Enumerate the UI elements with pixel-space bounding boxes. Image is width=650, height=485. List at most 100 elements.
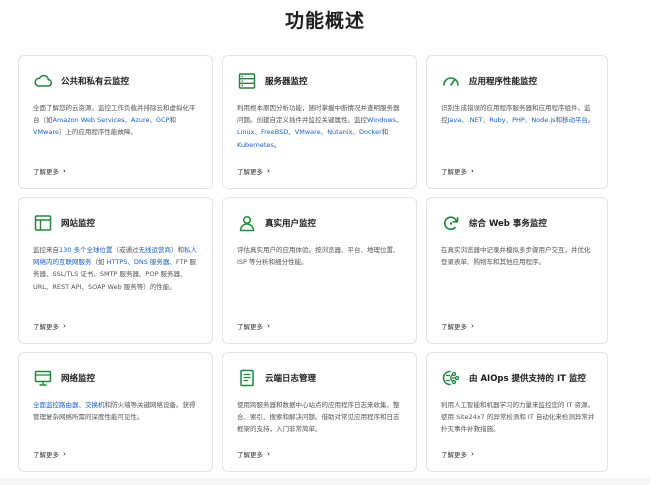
feature-card: 公共和私有云监控全面了解您的云资源。监控工作负载并排除云和虚拟化平台（如Amaz… [18, 55, 213, 189]
chevron-right-icon: › [267, 167, 270, 175]
feature-link[interactable]: Kubernetes [237, 141, 274, 149]
learn-more-link[interactable]: 了解更多 › [441, 321, 474, 331]
feature-link[interactable]: 130 多个全球位置 [59, 246, 112, 254]
description-text: 。 [273, 140, 281, 149]
learn-more-label: 了解更多 [441, 323, 467, 331]
feature-card: 云端日志管理使用跨服务器和数据中心站点的应用程序日志来收集、整合、索引、搜索和解… [222, 352, 417, 472]
feature-card: 综合 Web 事务监控在真实浏览器中记录并模拟多步骤用户交互，并优化登录表单、购… [426, 197, 608, 344]
feature-link[interactable]: Java [448, 116, 462, 124]
feature-link[interactable]: Ruby [489, 116, 505, 124]
learn-more-link[interactable]: 了解更多 › [33, 449, 66, 459]
user-icon [237, 213, 257, 233]
feature-card-description: 识别生成错误的应用程序服务器和应用程序组件。监控Java、.NET、Ruby、P… [441, 102, 595, 126]
feature-card-header: 云端日志管理 [237, 367, 404, 389]
feature-link[interactable]: Node.js [531, 116, 555, 124]
feature-card-title: 应用程序性能监控 [469, 77, 538, 87]
feature-card-title: 由 AIOps 提供支持的 IT 监控 [469, 374, 586, 384]
feature-card-description: 监控来自130 多个全球位置（或通过无线运营商）和私人网络内的互联网服务（如 H… [33, 244, 200, 293]
feature-link[interactable]: Nutanix [327, 128, 352, 136]
learn-more-link[interactable]: 了解更多 › [33, 166, 66, 176]
description-text: 使用跨服务器和数据中心站点的应用程序日志来收集、整合、索引、搜索和解决问题。借助… [237, 401, 400, 434]
feature-card-header: 服务器监控 [237, 70, 404, 92]
feature-link[interactable]: Windows [367, 116, 396, 124]
description-text: 和 [169, 116, 177, 125]
feature-card-title: 公共和私有云监控 [61, 77, 130, 87]
learn-more-link[interactable]: 了解更多 › [237, 166, 270, 176]
ai-brain-icon [441, 368, 461, 388]
learn-more-link[interactable]: 了解更多 › [441, 449, 474, 459]
description-text: ）上的应用程序性能故障。 [58, 128, 137, 137]
feature-link[interactable]: Docker [359, 128, 382, 136]
learn-more-link[interactable]: 了解更多 › [33, 321, 66, 331]
feature-card: 真实用户监控评估真实用户的应用体验。按浏览器、平台、地理位置、ISP 等分析和细… [222, 197, 417, 344]
feature-link[interactable]: GCP [156, 116, 170, 124]
feature-link[interactable]: 全面监控路由器 [33, 401, 79, 409]
chevron-right-icon: › [471, 167, 474, 175]
feature-card-description: 全面监控路由器、交换机和防火墙等关键网络设备。获得管理复杂网络所需的深度性能可见… [33, 399, 200, 423]
feature-card-description: 全面了解您的云资源。监控工作负载并排除云和虚拟化平台（如Amazon Web S… [33, 102, 200, 139]
feature-link[interactable]: 交换机 [85, 401, 105, 409]
feature-card-header: 由 AIOps 提供支持的 IT 监控 [441, 367, 595, 389]
feature-card-header: 网站监控 [33, 212, 200, 234]
feature-card-description: 利用人工智能和机器学习的力量来监控您的 IT 资源。使用 Site24x7 的异… [441, 399, 595, 436]
feature-link[interactable]: VMware [33, 128, 59, 136]
chevron-right-icon: › [267, 450, 270, 458]
feature-card: 由 AIOps 提供支持的 IT 监控利用人工智能和机器学习的力量来监控您的 I… [426, 352, 608, 472]
chevron-right-icon: › [63, 450, 66, 458]
feature-link[interactable]: Amazon Web Services [53, 116, 125, 124]
description-text: 、 [396, 116, 403, 125]
refresh-cycle-icon [441, 213, 461, 233]
learn-more-label: 了解更多 [33, 323, 59, 331]
description-text: （或通过 [112, 246, 139, 254]
feature-link[interactable]: Linux [237, 128, 255, 136]
learn-more-label: 了解更多 [441, 451, 467, 459]
feature-card: 网络监控全面监控路由器、交换机和防火墙等关键网络设备。获得管理复杂网络所需的深度… [18, 352, 213, 472]
feature-card: 网站监控监控来自130 多个全球位置（或通过无线运营商）和私人网络内的互联网服务… [18, 197, 213, 344]
feature-card-header: 综合 Web 事务监控 [441, 212, 595, 234]
feature-link[interactable]: FreeBSD [261, 128, 288, 136]
description-text: 和 [381, 128, 389, 137]
log-document-icon [237, 368, 257, 388]
description-text: （如 [91, 258, 107, 267]
feature-link[interactable]: .NET [468, 116, 483, 124]
feature-card-title: 云端日志管理 [265, 374, 317, 384]
description-text: 利用人工智能和机器学习的力量来监控您的 IT 资源。使用 Site24x7 的异… [441, 401, 595, 434]
feature-link[interactable]: HTTPS [107, 258, 128, 266]
feature-card-title: 真实用户监控 [265, 219, 317, 229]
learn-more-label: 了解更多 [237, 323, 263, 331]
gauge-icon [441, 71, 461, 91]
feature-link[interactable]: VMware [295, 128, 321, 136]
feature-card-description: 使用跨服务器和数据中心站点的应用程序日志来收集、整合、索引、搜索和解决问题。借助… [237, 399, 404, 436]
feature-link[interactable]: 移动平台 [562, 116, 588, 124]
description-text: 评估真实用户的应用体验。按浏览器、平台、地理位置、ISP 等分析和细分性能。 [237, 246, 400, 267]
learn-more-label: 了解更多 [237, 451, 263, 459]
feature-link[interactable]: DNS 服务器 [134, 258, 170, 266]
feature-card-description: 利用根本原因分析功能，随时掌握中断情况并查明服务器问题。创建自定义插件并监控关键… [237, 102, 404, 151]
feature-card: 服务器监控利用根本原因分析功能，随时掌握中断情况并查明服务器问题。创建自定义插件… [222, 55, 417, 189]
feature-card-title: 网络监控 [61, 374, 96, 384]
feature-link[interactable]: 无线运营商 [138, 246, 171, 254]
learn-more-link[interactable]: 了解更多 › [441, 166, 474, 176]
learn-more-label: 了解更多 [33, 168, 59, 176]
learn-more-link[interactable]: 了解更多 › [237, 321, 270, 331]
description-text: 在真实浏览器中记录并模拟多步骤用户交互，并优化登录表单、购物车和其他应用程序。 [441, 246, 591, 267]
chevron-right-icon: › [267, 322, 270, 330]
chevron-right-icon: › [63, 167, 66, 175]
feature-card-description: 在真实浏览器中记录并模拟多步骤用户交互，并优化登录表单、购物车和其他应用程序。 [441, 244, 595, 268]
feature-card-header: 网络监控 [33, 367, 200, 389]
server-icon [237, 71, 257, 91]
learn-more-label: 了解更多 [237, 168, 263, 176]
cloud-icon [33, 71, 53, 91]
page-title: 功能概述 [284, 10, 365, 32]
browser-window-icon [33, 213, 53, 233]
feature-link[interactable]: Azure [131, 116, 150, 124]
feature-card-title: 网站监控 [61, 219, 96, 229]
learn-more-link[interactable]: 了解更多 › [237, 449, 270, 459]
features-grid: 公共和私有云监控全面了解您的云资源。监控工作负载并排除云和虚拟化平台（如Amaz… [18, 55, 618, 472]
learn-more-label: 了解更多 [441, 168, 467, 176]
feature-link[interactable]: PHP [512, 116, 525, 124]
page-bottom-edge [0, 478, 650, 485]
monitor-icon [33, 368, 53, 388]
feature-card-title: 综合 Web 事务监控 [469, 219, 547, 229]
feature-card-header: 应用程序性能监控 [441, 70, 595, 92]
